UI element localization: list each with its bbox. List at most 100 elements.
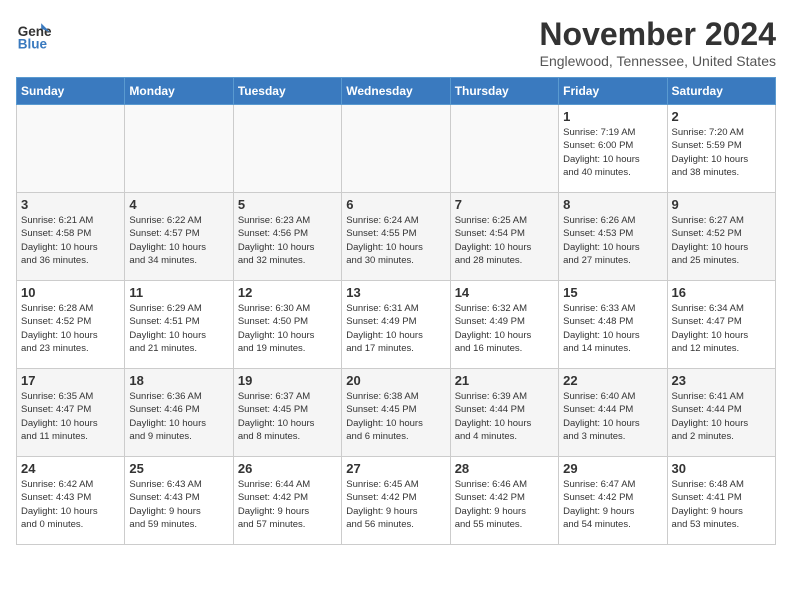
day-info: Sunrise: 6:47 AM Sunset: 4:42 PM Dayligh… [563, 478, 662, 531]
day-number: 8 [563, 197, 662, 212]
day-cell: 27 Sunrise: 6:45 AM Sunset: 4:42 PM Dayli… [342, 457, 450, 545]
day-cell: 13 Sunrise: 6:31 AM Sunset: 4:49 PM Dayli… [342, 281, 450, 369]
day-cell: 6Sunrise: 6:24 AM Sunset: 4:55 PM Daylig… [342, 193, 450, 281]
day-info: Sunrise: 6:31 AM Sunset: 4:49 PM Dayligh… [346, 302, 445, 355]
day-number: 6 [346, 197, 445, 212]
header-cell-monday: Monday [125, 78, 233, 105]
day-info: Sunrise: 6:23 AM Sunset: 4:56 PM Dayligh… [238, 214, 337, 267]
header-cell-tuesday: Tuesday [233, 78, 341, 105]
day-info: Sunrise: 6:35 AM Sunset: 4:47 PM Dayligh… [21, 390, 120, 443]
day-info: Sunrise: 6:25 AM Sunset: 4:54 PM Dayligh… [455, 214, 554, 267]
day-cell: 24 Sunrise: 6:42 AM Sunset: 4:43 PM Dayli… [17, 457, 125, 545]
day-info: Sunrise: 6:30 AM Sunset: 4:50 PM Dayligh… [238, 302, 337, 355]
week-row-1: 1 Sunrise: 7:19 AM Sunset: 6:00 PM Daylig… [17, 105, 776, 193]
day-info: Sunrise: 6:44 AM Sunset: 4:42 PM Dayligh… [238, 478, 337, 531]
header-cell-saturday: Saturday [667, 78, 775, 105]
day-info: Sunrise: 6:42 AM Sunset: 4:43 PM Dayligh… [21, 478, 120, 531]
day-info: Sunrise: 6:40 AM Sunset: 4:44 PM Dayligh… [563, 390, 662, 443]
day-number: 26 [238, 461, 337, 476]
day-info: Sunrise: 6:45 AM Sunset: 4:42 PM Dayligh… [346, 478, 445, 531]
day-number: 23 [672, 373, 771, 388]
day-info: Sunrise: 6:37 AM Sunset: 4:45 PM Dayligh… [238, 390, 337, 443]
day-number: 15 [563, 285, 662, 300]
day-number: 7 [455, 197, 554, 212]
day-info: Sunrise: 6:28 AM Sunset: 4:52 PM Dayligh… [21, 302, 120, 355]
day-cell: 28Sunrise: 6:46 AM Sunset: 4:42 PM Dayli… [450, 457, 558, 545]
day-number: 21 [455, 373, 554, 388]
day-cell [17, 105, 125, 193]
day-number: 17 [21, 373, 120, 388]
day-number: 18 [129, 373, 228, 388]
day-info: Sunrise: 6:27 AM Sunset: 4:52 PM Dayligh… [672, 214, 771, 267]
day-number: 4 [129, 197, 228, 212]
header-row: SundayMondayTuesdayWednesdayThursdayFrid… [17, 78, 776, 105]
day-cell: 9 Sunrise: 6:27 AM Sunset: 4:52 PM Daylig… [667, 193, 775, 281]
day-number: 14 [455, 285, 554, 300]
day-cell [450, 105, 558, 193]
day-cell: 29 Sunrise: 6:47 AM Sunset: 4:42 PM Dayli… [559, 457, 667, 545]
day-cell [233, 105, 341, 193]
day-cell: 5 Sunrise: 6:23 AM Sunset: 4:56 PM Daylig… [233, 193, 341, 281]
day-number: 27 [346, 461, 445, 476]
day-cell: 2 Sunrise: 7:20 AM Sunset: 5:59 PM Daylig… [667, 105, 775, 193]
svg-text:Blue: Blue [18, 36, 48, 51]
day-number: 28 [455, 461, 554, 476]
day-cell: 14 Sunrise: 6:32 AM Sunset: 4:49 PM Dayli… [450, 281, 558, 369]
month-title: November 2024 [539, 16, 776, 53]
day-info: Sunrise: 6:29 AM Sunset: 4:51 PM Dayligh… [129, 302, 228, 355]
day-cell: 4Sunrise: 6:22 AM Sunset: 4:57 PM Daylig… [125, 193, 233, 281]
day-number: 30 [672, 461, 771, 476]
day-number: 20 [346, 373, 445, 388]
day-cell [125, 105, 233, 193]
day-info: Sunrise: 6:43 AM Sunset: 4:43 PM Dayligh… [129, 478, 228, 531]
week-row-4: 17 Sunrise: 6:35 AM Sunset: 4:47 PM Dayli… [17, 369, 776, 457]
day-info: Sunrise: 6:38 AM Sunset: 4:45 PM Dayligh… [346, 390, 445, 443]
header-cell-wednesday: Wednesday [342, 78, 450, 105]
day-number: 25 [129, 461, 228, 476]
day-number: 29 [563, 461, 662, 476]
day-number: 24 [21, 461, 120, 476]
day-cell: 26 Sunrise: 6:44 AM Sunset: 4:42 PM Dayli… [233, 457, 341, 545]
day-info: Sunrise: 6:33 AM Sunset: 4:48 PM Dayligh… [563, 302, 662, 355]
day-cell: 1 Sunrise: 7:19 AM Sunset: 6:00 PM Daylig… [559, 105, 667, 193]
day-number: 2 [672, 109, 771, 124]
day-number: 10 [21, 285, 120, 300]
day-info: Sunrise: 6:32 AM Sunset: 4:49 PM Dayligh… [455, 302, 554, 355]
day-cell: 15 Sunrise: 6:33 AM Sunset: 4:48 PM Dayli… [559, 281, 667, 369]
day-cell: 3 Sunrise: 6:21 AM Sunset: 4:58 PM Daylig… [17, 193, 125, 281]
day-number: 9 [672, 197, 771, 212]
day-info: Sunrise: 6:48 AM Sunset: 4:41 PM Dayligh… [672, 478, 771, 531]
header-cell-thursday: Thursday [450, 78, 558, 105]
day-info: Sunrise: 7:19 AM Sunset: 6:00 PM Dayligh… [563, 126, 662, 179]
day-cell: 22Sunrise: 6:40 AM Sunset: 4:44 PM Dayli… [559, 369, 667, 457]
day-cell: 7 Sunrise: 6:25 AM Sunset: 4:54 PM Daylig… [450, 193, 558, 281]
day-cell: 11Sunrise: 6:29 AM Sunset: 4:51 PM Dayli… [125, 281, 233, 369]
day-cell [342, 105, 450, 193]
day-info: Sunrise: 6:39 AM Sunset: 4:44 PM Dayligh… [455, 390, 554, 443]
day-info: Sunrise: 6:26 AM Sunset: 4:53 PM Dayligh… [563, 214, 662, 267]
day-cell: 25 Sunrise: 6:43 AM Sunset: 4:43 PM Dayli… [125, 457, 233, 545]
week-row-3: 10 Sunrise: 6:28 AM Sunset: 4:52 PM Dayli… [17, 281, 776, 369]
day-info: Sunrise: 6:34 AM Sunset: 4:47 PM Dayligh… [672, 302, 771, 355]
day-info: Sunrise: 7:20 AM Sunset: 5:59 PM Dayligh… [672, 126, 771, 179]
day-number: 12 [238, 285, 337, 300]
week-row-5: 24 Sunrise: 6:42 AM Sunset: 4:43 PM Dayli… [17, 457, 776, 545]
header-cell-friday: Friday [559, 78, 667, 105]
week-row-2: 3 Sunrise: 6:21 AM Sunset: 4:58 PM Daylig… [17, 193, 776, 281]
day-cell: 17 Sunrise: 6:35 AM Sunset: 4:47 PM Dayli… [17, 369, 125, 457]
day-cell: 23Sunrise: 6:41 AM Sunset: 4:44 PM Dayli… [667, 369, 775, 457]
day-number: 5 [238, 197, 337, 212]
day-number: 19 [238, 373, 337, 388]
day-cell: 12 Sunrise: 6:30 AM Sunset: 4:50 PM Dayli… [233, 281, 341, 369]
day-info: Sunrise: 6:21 AM Sunset: 4:58 PM Dayligh… [21, 214, 120, 267]
location: Englewood, Tennessee, United States [539, 53, 776, 69]
day-number: 16 [672, 285, 771, 300]
day-info: Sunrise: 6:36 AM Sunset: 4:46 PM Dayligh… [129, 390, 228, 443]
day-cell: 18 Sunrise: 6:36 AM Sunset: 4:46 PM Dayli… [125, 369, 233, 457]
day-number: 3 [21, 197, 120, 212]
day-cell: 16 Sunrise: 6:34 AM Sunset: 4:47 PM Dayli… [667, 281, 775, 369]
day-cell: 21 Sunrise: 6:39 AM Sunset: 4:44 PM Dayli… [450, 369, 558, 457]
day-number: 13 [346, 285, 445, 300]
day-number: 1 [563, 109, 662, 124]
header: General Blue November 2024 Englewood, Te… [16, 16, 776, 69]
